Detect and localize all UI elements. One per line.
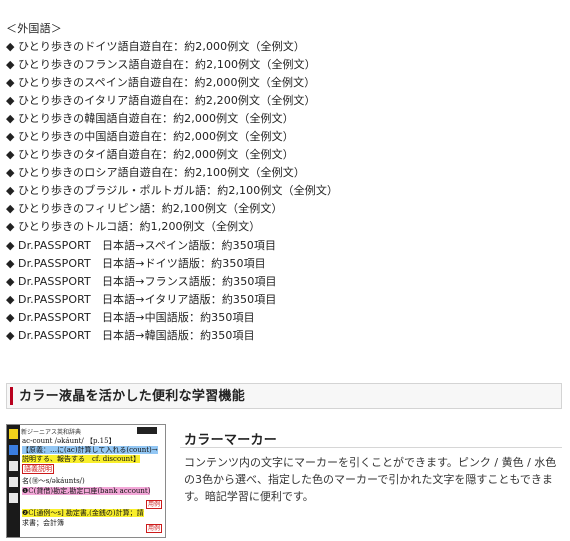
list-item: ◆ Dr.PASSPORT 日本語→ドイツ語版：約350項目 xyxy=(6,255,338,273)
diamond-bullet-icon: ◆ xyxy=(6,148,15,162)
diamond-bullet-icon: ◆ xyxy=(6,130,15,144)
list-item: ◆ ひとり歩きのドイツ語自遊自在：約2,000例文（全例文） xyxy=(6,38,338,56)
foreign-language-list: ◆ ひとり歩きのドイツ語自遊自在：約2,000例文（全例文） ◆ ひとり歩きのフラン… xyxy=(6,38,338,345)
diamond-bullet-icon: ◆ xyxy=(6,310,15,324)
diamond-bullet-icon: ◆ xyxy=(6,58,15,72)
list-item: ◆ ひとり歩きのフィリピン語：約2,100例文（全例文） xyxy=(6,200,338,218)
header-tab-icon xyxy=(137,427,157,434)
toolbar-hide-icon xyxy=(9,477,18,487)
list-item: ◆ ひとり歩きのイタリア語自遊自在：約2,200例文（全例文） xyxy=(6,92,338,110)
list-item: ◆ Dr.PASSPORT 日本語→イタリア語版：約350項目 xyxy=(6,291,338,309)
list-item: ◆ ひとり歩きのタイ語自遊自在：約2,000例文（全例文） xyxy=(6,146,338,164)
entry-headword: ac-count /əkáunt/ 【p.15】 xyxy=(22,437,116,445)
diamond-bullet-icon: ◆ xyxy=(6,292,15,306)
list-item: ◆ ひとり歩きのブラジル・ポルトガル語：約2,100例文（全例文） xyxy=(6,182,338,200)
entry-line: 名(⑩～s/əkáunts/) xyxy=(22,477,85,485)
list-item: ◆ ひとり歩きのロシア語自遊自在：約2,100例文（全例文） xyxy=(6,164,338,182)
dictionary-header: 新ジーニアス英和辞典 xyxy=(21,427,163,437)
section-header: カラー液晶を活かした便利な学習機能 xyxy=(6,383,562,409)
section-accent-bar xyxy=(10,387,13,405)
diamond-bullet-icon: ◆ xyxy=(6,274,15,288)
entry-line: ❷C[通例～s] 勘定書,(金銭の)計算；請 xyxy=(22,509,144,517)
toolbar-marker-icon xyxy=(9,429,18,439)
device-side-toolbar xyxy=(7,425,20,537)
entry-line: 語義説明 xyxy=(22,464,54,474)
diamond-bullet-icon: ◆ xyxy=(6,112,15,126)
diamond-bullet-icon: ◆ xyxy=(6,166,15,180)
feature-divider xyxy=(180,447,562,448)
list-item: ◆ Dr.PASSPORT 日本語→韓国語版：約350項目 xyxy=(6,327,338,345)
color-marker-screenshot: 新ジーニアス英和辞典 ac-count /əkáunt/ 【p.15】 【原義：… xyxy=(6,424,166,538)
diamond-bullet-icon: ◆ xyxy=(6,40,15,53)
entry-line: 説明する、報告する cf. discount】 xyxy=(22,455,140,463)
entry-line: 【原義：…に(ac)計算して入れる(count)→ xyxy=(22,446,158,454)
diamond-bullet-icon: ◆ xyxy=(6,220,15,234)
list-item: ◆ Dr.PASSPORT 日本語→フランス語版：約350項目 xyxy=(6,273,338,291)
diamond-bullet-icon: ◆ xyxy=(6,238,15,252)
diamond-bullet-icon: ◆ xyxy=(6,202,15,216)
foreign-language-heading: ＜外国語＞ xyxy=(6,22,62,35)
list-item: ◆ Dr.PASSPORT 日本語→スペイン語版：約350項目 xyxy=(6,237,338,255)
list-item: ◆ ひとり歩きのフランス語自遊自在：約2,100例文（全例文） xyxy=(6,56,338,74)
diamond-bullet-icon: ◆ xyxy=(6,256,15,270)
diamond-bullet-icon: ◆ xyxy=(6,184,15,198)
diamond-bullet-icon: ◆ xyxy=(6,94,15,108)
list-item: ◆ Dr.PASSPORT 日本語→中国語版：約350項目 xyxy=(6,309,338,327)
example-tag: 用例 xyxy=(145,500,162,509)
diamond-bullet-icon: ◆ xyxy=(6,76,15,90)
feature-title: カラーマーカー xyxy=(184,433,278,448)
entry-line: 求書；会計簿 xyxy=(22,519,64,527)
list-item: ◆ ひとり歩きの中国語自遊自在：約2,000例文（全例文） xyxy=(6,128,338,146)
example-tag: 用例 xyxy=(145,524,162,533)
toolbar-menu-icon xyxy=(9,493,18,503)
entry-line: ❶C(貸借)勘定,勘定口座(bank account) xyxy=(22,487,151,495)
list-item: ◆ ひとり歩きのトルコ語：約1,200例文（全例文） xyxy=(6,218,338,236)
list-item: ◆ ひとり歩きの韓国語自遊自在：約2,000例文（全例文） xyxy=(6,110,338,128)
feature-description: コンテンツ内の文字にマーカーを引くことができます。ピンク / 黄色 / 水色の3… xyxy=(184,456,557,503)
diamond-bullet-icon: ◆ xyxy=(6,328,15,342)
section-title: カラー液晶を活かした便利な学習機能 xyxy=(19,389,246,404)
toolbar-pen-icon xyxy=(9,445,18,455)
list-item: ◆ ひとり歩きのスペイン語自遊自在：約2,000例文（全例文） xyxy=(6,74,338,92)
toolbar-eraser-icon xyxy=(9,461,18,471)
